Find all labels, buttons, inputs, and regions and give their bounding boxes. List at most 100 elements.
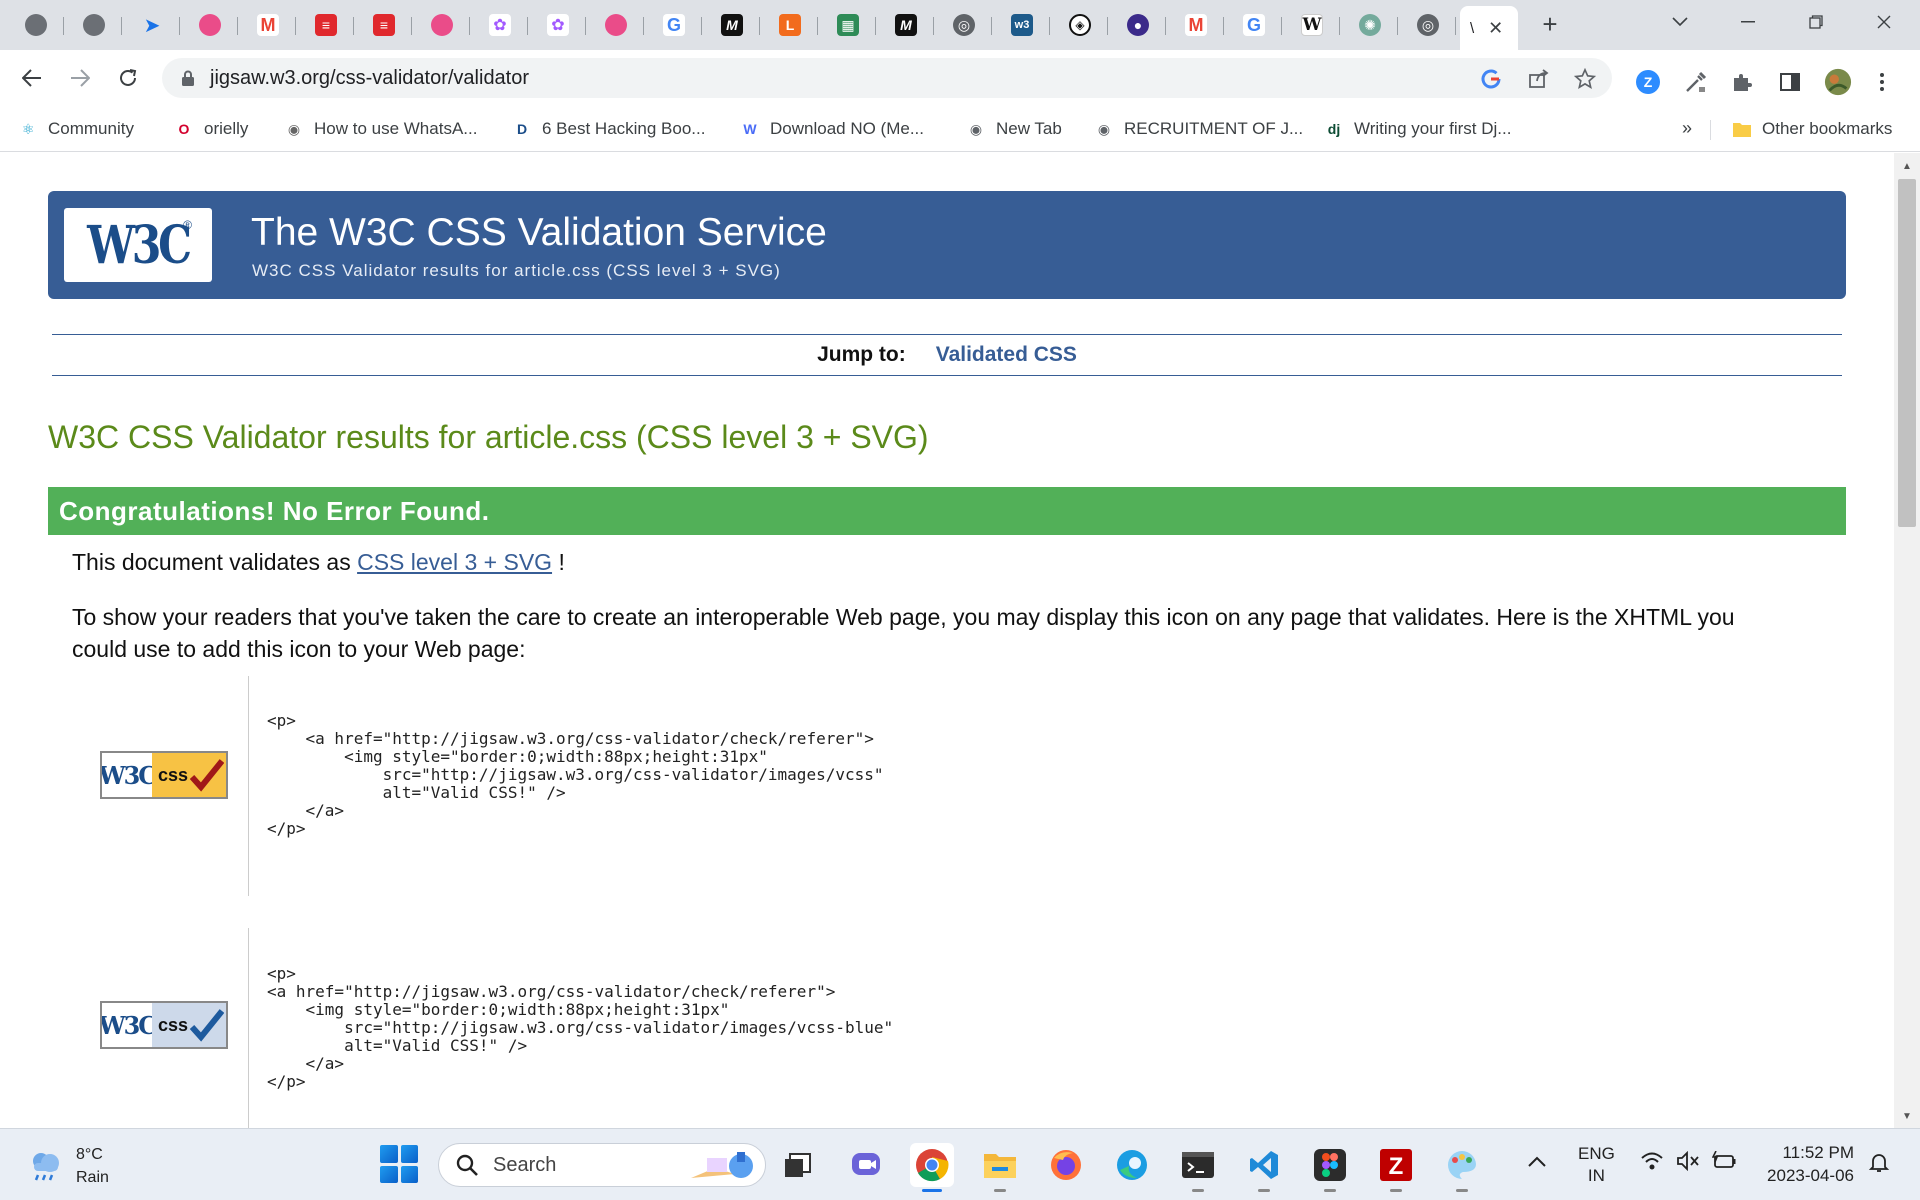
extensions-puzzle-icon[interactable] [1728,68,1756,96]
notifications-icon[interactable] [1868,1151,1890,1179]
browser-tab[interactable]: ≡ [356,8,412,42]
code-snippet-blue[interactable]: <p> <a href="http://jigsaw.w3.org/css-va… [267,965,893,1091]
browser-tab[interactable] [182,8,238,42]
icon-info-paragraph: To show your readers that you've taken t… [72,601,1735,665]
task-view-button[interactable] [776,1143,820,1187]
bookmark-item[interactable]: ◉ How to use WhatsA... [284,116,478,142]
browser-tab[interactable]: ✺ [1342,8,1398,42]
red-stack-icon: ≡ [315,14,337,36]
other-bookmarks[interactable]: Other bookmarks [1732,116,1892,142]
teams-chat-icon [852,1153,880,1175]
valid-css-badge-blue: W3C css [100,1001,228,1049]
browser-tab[interactable]: G [646,8,702,42]
taskbar-vscode[interactable] [1242,1143,1286,1192]
scroll-up-icon[interactable]: ▲ [1902,161,1912,172]
badge-css-text: css [158,764,189,785]
browser-tab[interactable]: ◎ [1400,8,1456,42]
bookmark-item[interactable]: ◉ RECRUITMENT OF J... [1094,116,1303,142]
w3c-logo[interactable]: W3C ® [64,208,212,282]
browser-tab[interactable]: M [240,8,296,42]
bookmark-item[interactable]: W Download NO (Me... [740,116,924,142]
bookmark-item[interactable]: D 6 Best Hacking Boo... [512,116,706,142]
volume-muted-icon[interactable] [1676,1150,1700,1177]
battery-charging-icon[interactable] [1711,1150,1738,1177]
scroll-thumb[interactable] [1898,179,1916,527]
css-level-link[interactable]: CSS level 3 + SVG [357,549,552,575]
browser-tab[interactable]: ≡ [298,8,354,42]
close-tab-icon[interactable]: ✕ [1488,18,1503,39]
bookmark-label: 6 Best Hacking Boo... [542,119,706,138]
google-lens-icon[interactable] [1478,66,1504,92]
code-snippet-gold[interactable]: <p> <a href="http://jigsaw.w3.org/css-va… [267,712,884,838]
address-bar[interactable]: jigsaw.w3.org/css-validator/validator [162,58,1612,98]
taskbar-firefox[interactable] [1044,1143,1088,1187]
language-indicator[interactable]: ENG IN [1578,1143,1615,1187]
weather-widget[interactable]: 8°C Rain [26,1143,109,1189]
firefox-icon [1051,1150,1081,1180]
browser-tab[interactable]: M [704,8,760,42]
browser-tab[interactable] [8,8,64,42]
wifi-icon[interactable] [1640,1151,1664,1177]
browser-menu-icon[interactable] [1868,68,1896,96]
browser-tab[interactable]: G [1226,8,1282,42]
more-bookmarks-button[interactable]: » [1682,118,1692,139]
taskbar-file-explorer[interactable] [978,1143,1022,1192]
tab-strip: ➤ M ≡ ≡ ✿ ✿ G M L ▦ M ◎ w3 ◈ ● M G W ✺ ◎ \ ✕ + [0,0,1920,50]
eyedropper-extension-icon[interactable] [1682,68,1710,96]
browser-tab[interactable]: ▦ [820,8,876,42]
zoom-extension-icon[interactable]: Z [1634,68,1662,96]
system-clock[interactable]: 11:52 PM 2023-04-06 [1762,1141,1854,1187]
browser-tab[interactable]: ● [1110,8,1166,42]
bookmark-item[interactable]: ⚛ Community [18,116,134,142]
browser-tab[interactable] [414,8,470,42]
browser-tab[interactable]: w3 [994,8,1050,42]
arrow-right-icon [71,69,90,87]
active-tab[interactable]: \ ✕ [1460,6,1518,50]
star-bookmark-icon[interactable] [1572,66,1598,92]
gmail-icon: M [257,14,279,36]
taskbar-terminal[interactable] [1176,1143,1220,1192]
browser-tab[interactable] [588,8,644,42]
browser-tab[interactable]: ✿ [530,8,586,42]
bookmark-item[interactable]: Oorielly [174,116,249,142]
taskbar-filezilla[interactable]: Z [1374,1143,1418,1192]
back-button[interactable] [16,62,48,94]
browser-tab[interactable]: M [878,8,934,42]
browser-tab[interactable]: ◈ [1052,8,1108,42]
taskbar-chrome[interactable] [910,1143,954,1192]
share-icon[interactable] [1526,66,1552,92]
browser-tab[interactable]: ✿ [472,8,528,42]
close-window-button[interactable] [1864,6,1904,38]
taskbar-search[interactable]: Search [438,1143,766,1187]
profile-avatar[interactable] [1824,68,1852,96]
validated-css-link[interactable]: Validated CSS [936,343,1077,367]
dribbble-icon [199,14,221,36]
new-tab-button[interactable]: + [1536,10,1564,38]
start-button[interactable] [380,1145,418,1183]
side-panel-icon[interactable] [1776,68,1804,96]
browser-tab[interactable] [66,8,122,42]
bookmark-item[interactable]: ◉ New Tab [966,116,1062,142]
show-hidden-icons-button[interactable] [1528,1151,1546,1174]
restore-button[interactable] [1796,6,1836,38]
scroll-down-icon[interactable]: ▼ [1902,1111,1912,1122]
browser-tab[interactable]: ➤ [124,8,180,42]
tab-search-button[interactable] [1660,6,1700,38]
bookmark-item[interactable]: dj Writing your first Dj... [1324,116,1512,142]
reload-button[interactable] [112,62,144,94]
taskbar-edge[interactable] [1110,1143,1154,1187]
lock-icon[interactable] [180,69,196,87]
taskbar-teams[interactable] [844,1143,888,1187]
taskbar-figma[interactable] [1308,1143,1352,1192]
browser-tab[interactable]: ◎ [936,8,992,42]
browser-tab[interactable]: M [1168,8,1224,42]
minimize-button[interactable] [1728,6,1768,38]
bookmark-label: Writing your first Dj... [1354,119,1512,138]
vertical-scrollbar[interactable]: ▲ ▼ [1894,153,1920,1128]
url-text[interactable]: jigsaw.w3.org/css-validator/validator [210,67,529,90]
browser-tab[interactable]: L [762,8,818,42]
paint-palette-icon [1448,1151,1476,1179]
forward-button[interactable] [64,62,96,94]
browser-tab[interactable]: W [1284,8,1340,42]
taskbar-paint[interactable] [1440,1143,1484,1192]
